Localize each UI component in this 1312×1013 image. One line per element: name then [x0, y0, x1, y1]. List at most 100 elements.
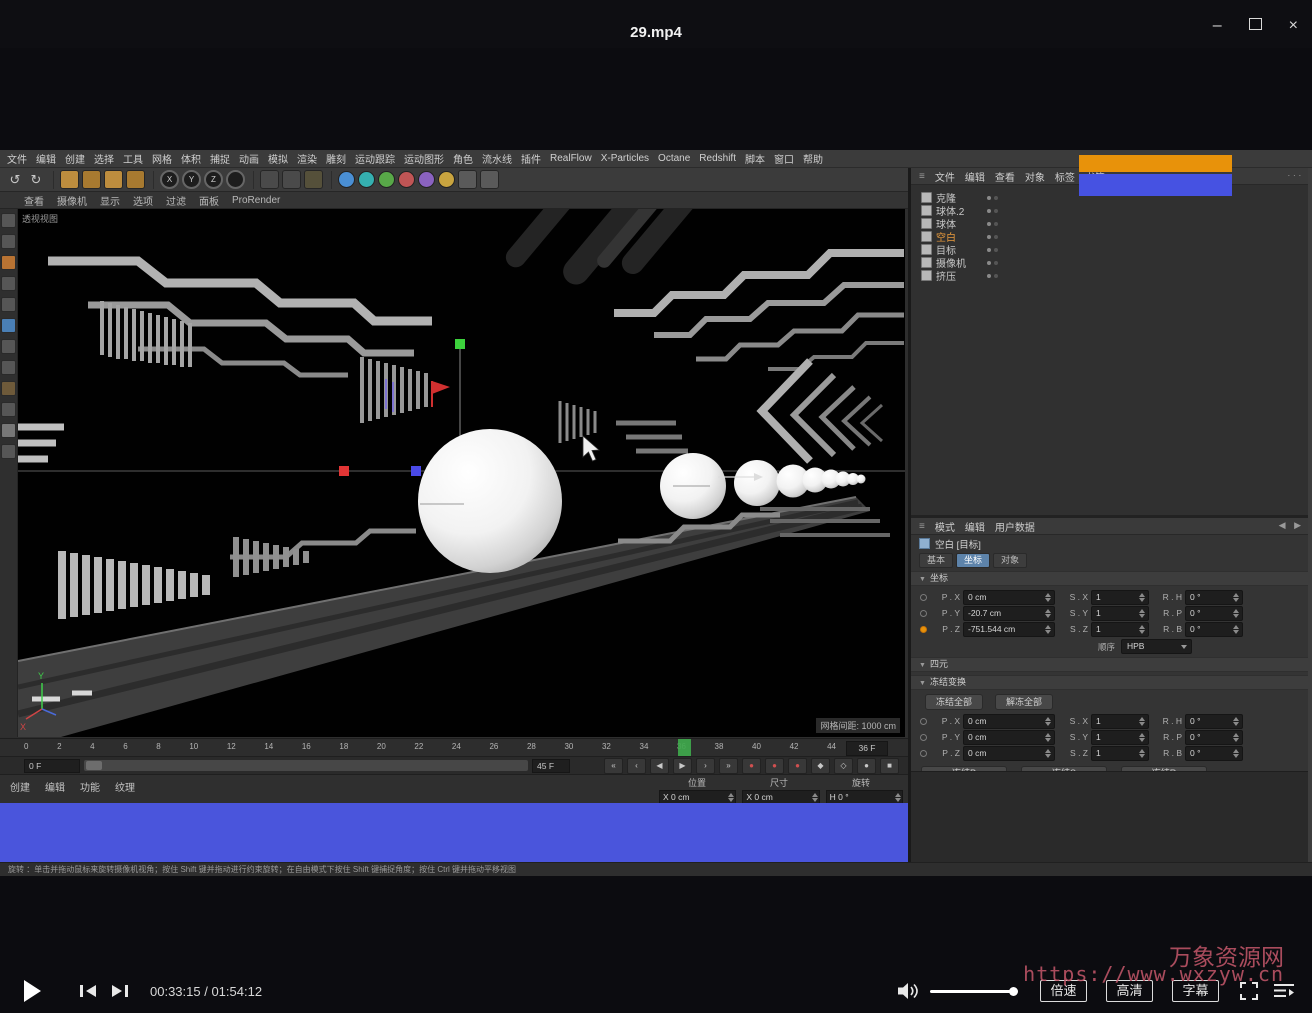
om-menu-file[interactable]: 文件: [935, 169, 955, 184]
frozen-rh-field[interactable]: 0 °: [1185, 714, 1243, 729]
viewport-menu-cameras[interactable]: 摄像机: [57, 193, 87, 208]
z-axis-lock-icon[interactable]: Z: [204, 170, 223, 189]
primitive-object-icon[interactable]: [338, 171, 355, 188]
menu-item-plugins[interactable]: 插件: [521, 151, 541, 166]
video-frame[interactable]: 文件 编辑 创建 选择 工具 网格 体积 捕捉 动画 模拟 渲染 雕刻 运动跟踪…: [0, 150, 1312, 876]
record-parameter-button[interactable]: ■: [880, 758, 899, 774]
coordinates-section-header[interactable]: ▼坐标: [911, 571, 1312, 586]
menu-item-sculpt[interactable]: 雕刻: [326, 151, 346, 166]
render-dot-icon[interactable]: [994, 235, 998, 239]
viewport-menu-prorender[interactable]: ProRender: [232, 195, 280, 206]
last-tool-icon[interactable]: [126, 170, 145, 189]
viewport-menu-panel[interactable]: 面板: [199, 193, 219, 208]
left-palette-tool-icon[interactable]: [1, 213, 16, 228]
position-x-field[interactable]: X 0 cm: [659, 790, 736, 804]
object-row[interactable]: 摄像机: [921, 256, 1312, 269]
visibility-dot-icon[interactable]: [987, 248, 991, 252]
viewport-canvas[interactable]: Y X: [18, 209, 905, 737]
field-spinner-icon[interactable]: [1044, 609, 1052, 618]
frozen-sy-field[interactable]: 1: [1091, 730, 1149, 745]
undo-icon[interactable]: ↺: [6, 171, 24, 189]
hamburger-icon[interactable]: ≡: [919, 521, 925, 532]
menu-item-simulate[interactable]: 模拟: [268, 151, 288, 166]
rb-field[interactable]: 0 °: [1185, 622, 1243, 637]
y-axis-lock-icon[interactable]: Y: [182, 170, 201, 189]
field-spinner-icon[interactable]: [1138, 593, 1146, 602]
left-palette-tool-icon[interactable]: [1, 381, 16, 396]
timeline-range-slider[interactable]: [84, 760, 528, 771]
visibility-dot-icon[interactable]: [987, 222, 991, 226]
snap-settings-icon[interactable]: [480, 170, 499, 189]
am-menu-userdata[interactable]: 用户数据: [995, 519, 1035, 534]
frozen-sx-field[interactable]: 1: [1091, 714, 1149, 729]
play-button[interactable]: [24, 980, 41, 1002]
om-menu-view[interactable]: 查看: [995, 169, 1015, 184]
maximize-button[interactable]: [1249, 18, 1262, 34]
visibility-dot-icon[interactable]: [987, 274, 991, 278]
keyframe-dot[interactable]: [920, 718, 927, 725]
history-back-icon[interactable]: ◀: [1279, 520, 1289, 530]
render-dot-icon[interactable]: [994, 209, 998, 213]
keyframe-dot[interactable]: [920, 734, 927, 741]
visibility-dot-icon[interactable]: [987, 196, 991, 200]
redo-icon[interactable]: ↻: [27, 171, 45, 189]
left-palette-tool-icon[interactable]: [1, 402, 16, 417]
pz-field[interactable]: -751.544 cm: [963, 622, 1055, 637]
menu-item-motion-tracker[interactable]: 运动跟踪: [355, 151, 395, 166]
menu-item-character[interactable]: 角色: [453, 151, 473, 166]
rotation-h-field[interactable]: H 0 °: [826, 790, 903, 804]
scale-tool-icon[interactable]: [82, 170, 101, 189]
size-x-field[interactable]: X 0 cm: [742, 790, 819, 804]
tab-function[interactable]: 功能: [80, 779, 100, 794]
object-row[interactable]: 球体.2: [921, 204, 1312, 217]
mograph-object-icon[interactable]: [418, 171, 435, 188]
play-forward-button[interactable]: ▶: [673, 758, 692, 774]
tab-object[interactable]: 对象: [993, 553, 1027, 568]
volume-slider[interactable]: [930, 990, 1016, 993]
left-palette-tool-icon[interactable]: [1, 423, 16, 438]
range-slider-handle[interactable]: [86, 761, 102, 770]
timeline-playhead[interactable]: [678, 739, 691, 757]
menu-item-tools[interactable]: 工具: [123, 151, 143, 166]
rotation-order-dropdown[interactable]: HPB: [1121, 639, 1192, 654]
visibility-dots[interactable]: [987, 261, 998, 265]
render-dot-icon[interactable]: [994, 196, 998, 200]
sy-field[interactable]: 1: [1091, 606, 1149, 621]
left-palette-tool-icon[interactable]: [1, 276, 16, 291]
goto-end-button[interactable]: »: [719, 758, 738, 774]
keyframe-dot[interactable]: [920, 610, 927, 617]
field-spinner-icon[interactable]: [1044, 749, 1052, 758]
rp-field[interactable]: 0 °: [1185, 606, 1243, 621]
keyframe-dot[interactable]: [920, 594, 927, 601]
field-spinner-icon[interactable]: [894, 793, 902, 802]
x-axis-lock-icon[interactable]: X: [160, 170, 179, 189]
frozen-pz-field[interactable]: 0 cm: [963, 746, 1055, 761]
timeline-current-frame-box[interactable]: 36 F: [846, 741, 888, 756]
render-dot-icon[interactable]: [994, 222, 998, 226]
menu-item-window[interactable]: 窗口: [774, 151, 794, 166]
tab-texture[interactable]: 纹理: [115, 779, 135, 794]
visibility-dots[interactable]: [987, 274, 998, 278]
viewport-menu-options[interactable]: 选项: [133, 193, 153, 208]
menu-item-volume[interactable]: 体积: [181, 151, 201, 166]
visibility-dot-icon[interactable]: [987, 209, 991, 213]
field-spinner-icon[interactable]: [1232, 717, 1240, 726]
generator-object-icon[interactable]: [378, 171, 395, 188]
menu-item-help[interactable]: 帮助: [803, 151, 823, 166]
visibility-dot-icon[interactable]: [987, 261, 991, 265]
spline-object-icon[interactable]: [358, 171, 375, 188]
prev-video-button[interactable]: [80, 984, 96, 998]
visibility-dots[interactable]: [987, 248, 998, 252]
coordinate-system-icon[interactable]: [226, 170, 245, 189]
prev-frame-button[interactable]: ◀: [650, 758, 669, 774]
py-field[interactable]: -20.7 cm: [963, 606, 1055, 621]
panel-scrollbar[interactable]: [1308, 168, 1312, 862]
autokey-button[interactable]: ●: [765, 758, 784, 774]
menu-item-create[interactable]: 创建: [65, 151, 85, 166]
menu-item-animate[interactable]: 动画: [239, 151, 259, 166]
viewport-menu-filter[interactable]: 过滤: [166, 193, 186, 208]
render-settings-icon[interactable]: [304, 170, 323, 189]
tab-coordinates[interactable]: 坐标: [956, 553, 990, 568]
object-row[interactable]: 挤压: [921, 269, 1312, 282]
quaternion-section-header[interactable]: ▼四元: [911, 657, 1312, 672]
